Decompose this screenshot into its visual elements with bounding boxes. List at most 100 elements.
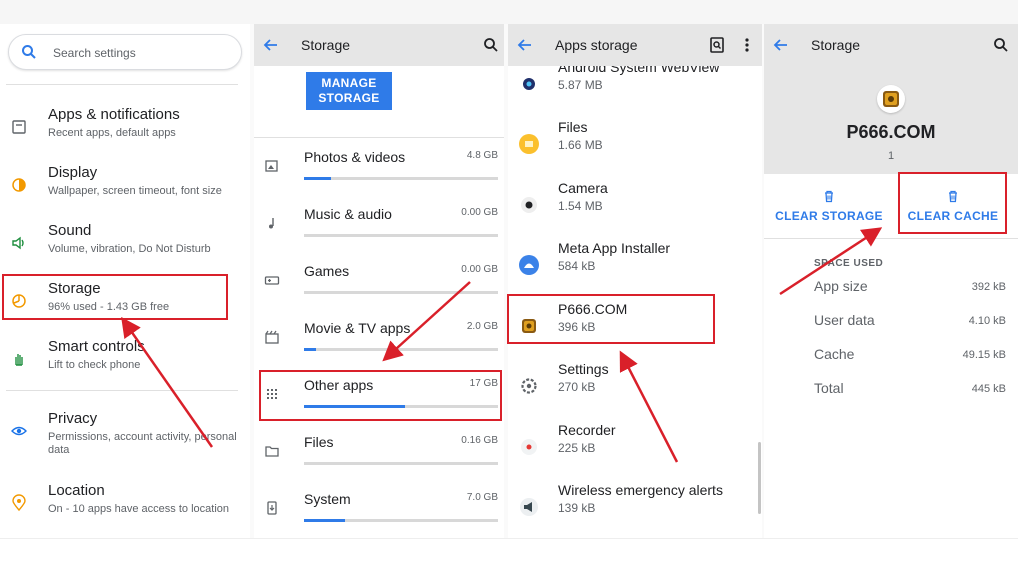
settings-item-display[interactable]: Display Wallpaper, screen timeout, font … <box>0 164 250 214</box>
app-list-item[interactable]: Recorder 225 kB <box>508 422 762 482</box>
privacy-icon <box>11 426 27 436</box>
app-name: P666.COM <box>846 122 936 142</box>
storage-category-games[interactable]: Games 0.00 GB <box>254 258 504 315</box>
storage-category-files[interactable]: Files 0.16 GB <box>254 429 504 486</box>
storage-category-photos[interactable]: Photos & videos 4.8 GB <box>254 144 504 201</box>
settings-item-privacy[interactable]: Privacy Permissions, account activity, p… <box>0 410 250 460</box>
app-size: 5.87 MB <box>558 78 603 92</box>
divider <box>764 238 1018 239</box>
category-size: 2.0 GB <box>466 321 498 332</box>
stat-label: Cache <box>814 346 855 362</box>
stat-value: 4.10 kB <box>968 315 1006 327</box>
search-placeholder: Search settings <box>53 46 136 60</box>
location-icon <box>12 494 26 512</box>
search-icon[interactable] <box>482 36 500 54</box>
divider <box>254 137 504 138</box>
apps-storage-panel: Android System WebView 5.87 MB Apps stor… <box>508 24 762 538</box>
settings-item-title: Display <box>48 164 98 181</box>
back-arrow-icon[interactable] <box>516 36 534 54</box>
category-label: Files <box>304 434 334 450</box>
gesture-icon <box>15 354 23 366</box>
app-list-item[interactable]: Files 1.66 MB <box>508 119 762 179</box>
highlight-box-p666 <box>507 294 715 344</box>
music-icon <box>269 218 274 229</box>
app-detail-app-bar: Storage <box>764 24 1018 66</box>
clear-storage-button[interactable]: CLEAR STORAGE <box>764 187 894 227</box>
files-app-icon <box>519 134 539 154</box>
settings-item-apps-notifications[interactable]: Apps & notifications Recent apps, defaul… <box>0 106 250 156</box>
app-list-item[interactable]: Meta App Installer 584 kB <box>508 240 762 300</box>
folder-icon <box>265 446 279 457</box>
app-list-item[interactable]: Android System WebView 5.87 MB <box>508 59 762 119</box>
settings-item-title: Smart controls <box>48 338 145 355</box>
storage-stat-row: Cache 49.15 kB <box>764 346 1018 376</box>
back-arrow-icon[interactable] <box>262 36 280 54</box>
divider <box>6 390 238 391</box>
emergency-alert-icon <box>520 498 538 516</box>
settings-item-title: Sound <box>48 222 92 239</box>
storage-category-movies[interactable]: Movie & TV apps 2.0 GB <box>254 315 504 372</box>
app-version: 1 <box>887 150 895 162</box>
top-strip <box>0 0 1018 24</box>
usage-bar <box>304 234 498 237</box>
search-icon <box>22 45 36 59</box>
display-icon <box>12 178 26 192</box>
divider <box>6 84 238 85</box>
space-used-heading: SPACE USED <box>814 258 884 269</box>
highlight-box-other-apps <box>259 370 502 421</box>
more-options-icon[interactable] <box>738 36 756 54</box>
usage-bar <box>304 177 498 180</box>
photos-icon <box>265 160 278 172</box>
apps-notifications-icon <box>12 120 26 134</box>
stat-value: 49.15 kB <box>962 349 1006 361</box>
stat-label: Total <box>814 380 844 396</box>
app-name: Wireless emergency alerts <box>558 482 723 498</box>
search-icon[interactable] <box>992 36 1010 54</box>
category-label: Movie & TV apps <box>304 320 411 336</box>
camera-icon <box>521 197 537 213</box>
app-list-item[interactable]: Settings 270 kB <box>508 361 762 421</box>
app-name: Recorder <box>558 422 616 438</box>
category-size: 0.16 GB <box>461 435 498 446</box>
search-doc-icon[interactable] <box>708 36 726 54</box>
settings-item-subtitle: Volume, vibration, Do Not Disturb <box>48 243 211 255</box>
settings-item-title: Apps & notifications <box>48 106 180 123</box>
category-size: 0.00 GB <box>461 264 498 275</box>
settings-item-smart-controls[interactable]: Smart controls Lift to check phone <box>0 338 250 388</box>
back-arrow-icon[interactable] <box>772 36 790 54</box>
storage-stat-row: App size 392 kB <box>764 278 1018 308</box>
manage-storage-button[interactable]: MANAGE STORAGE <box>306 72 392 110</box>
recorder-icon <box>521 439 537 455</box>
system-icon <box>267 501 277 515</box>
list-scrollbar[interactable] <box>758 442 761 514</box>
app-bar-title: Apps storage <box>555 37 638 53</box>
app-list-item[interactable]: Wireless emergency alerts 139 kB <box>508 482 762 538</box>
category-label: Music & audio <box>304 206 392 222</box>
usage-bar <box>304 519 498 522</box>
app-bar-title: Storage <box>811 37 861 53</box>
settings-item-subtitle: On - 10 apps have access to location <box>48 503 229 515</box>
category-size: 0.00 GB <box>461 207 498 218</box>
usage-bar-fill <box>304 348 316 351</box>
search-bar[interactable]: Search settings <box>8 34 242 70</box>
storage-app-bar: Storage <box>254 24 504 66</box>
app-name: Camera <box>558 180 608 196</box>
app-name: Meta App Installer <box>558 240 671 256</box>
settings-item-location[interactable]: Location On - 10 apps have access to loc… <box>0 482 250 532</box>
settings-gear-icon <box>521 378 537 394</box>
settings-item-subtitle: Recent apps, default apps <box>48 127 176 139</box>
app-list-item[interactable]: Camera 1.54 MB <box>508 180 762 240</box>
highlight-box-clear-cache <box>898 172 1007 234</box>
category-size: 7.0 GB <box>466 492 498 503</box>
storage-category-music[interactable]: Music & audio 0.00 GB <box>254 201 504 258</box>
games-icon <box>264 276 280 285</box>
app-size: 139 kB <box>558 501 596 515</box>
settings-item-sound[interactable]: Sound Volume, vibration, Do Not Disturb <box>0 222 250 272</box>
usage-bar <box>304 291 498 294</box>
app-size: 584 kB <box>558 259 596 273</box>
category-label: Photos & videos <box>304 149 406 165</box>
usage-bar-fill <box>304 519 345 522</box>
storage-category-system[interactable]: System 7.0 GB <box>254 486 504 538</box>
settings-item-title: Location <box>48 482 105 499</box>
category-label: System <box>304 491 351 507</box>
